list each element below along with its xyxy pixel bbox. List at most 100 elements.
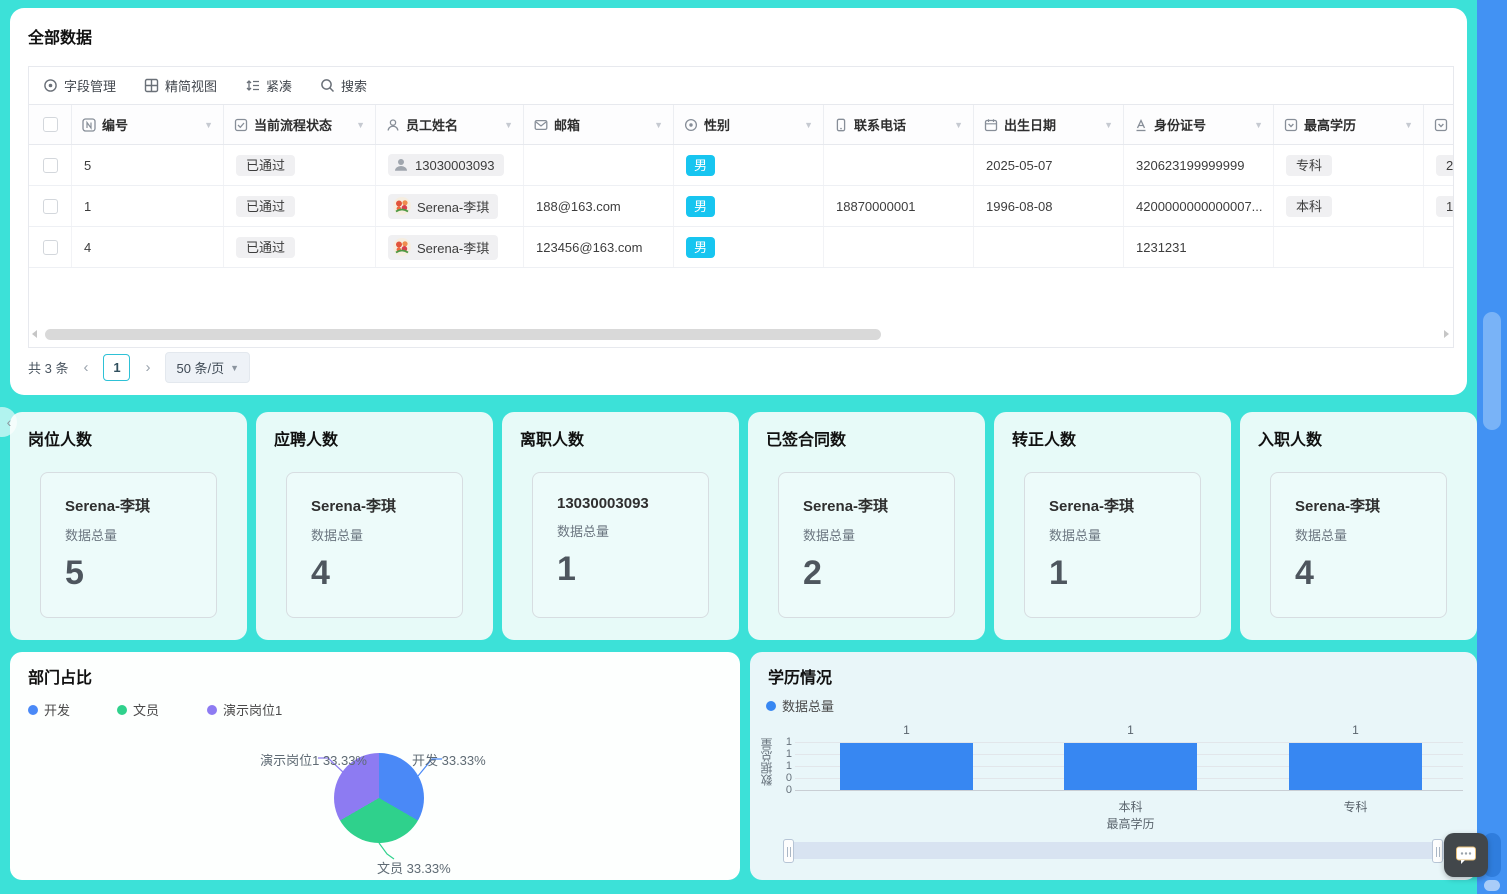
column-header-身份证号[interactable]: 身份证号▼	[1124, 105, 1274, 144]
toolbar-button-4[interactable]: 搜索	[320, 76, 367, 95]
column-header-label: 联系电话	[854, 115, 906, 134]
bar-chart-title: 学历情况	[768, 664, 832, 688]
column-header-extra[interactable]: ▼	[1424, 105, 1454, 144]
row-select-cell[interactable]	[29, 145, 72, 185]
page-size-value: 50 条/页	[176, 358, 224, 377]
row-checkbox[interactable]	[43, 158, 58, 173]
stat-card-label: 数据总量	[557, 521, 684, 540]
stat-card-转正人数: 转正人数 Serena-李琪数据总量1	[994, 412, 1231, 640]
stat-card-box: Serena-李琪数据总量1	[1024, 472, 1201, 618]
legend-dot-icon	[766, 701, 776, 711]
column-header-最高学历[interactable]: 最高学历▼	[1274, 105, 1424, 144]
column-header-联系电话[interactable]: 联系电话 ▼	[824, 105, 974, 144]
cell-id: 4	[72, 227, 224, 267]
cell-name: 13030003093	[376, 145, 524, 185]
next-page-button[interactable]: ›	[145, 359, 150, 376]
person-avatar	[393, 157, 409, 173]
cell-value: 2025-05-07	[986, 158, 1053, 173]
flower-avatar	[393, 197, 411, 215]
table-row[interactable]: 4已通过Serena-李琪123456@163.com男1231231	[29, 227, 1454, 268]
filter-caret-icon[interactable]: ▼	[204, 120, 213, 130]
current-page-button[interactable]: 1	[103, 354, 130, 381]
cell-degree: 本科	[1274, 186, 1424, 226]
pie-label-demo-position: 演示岗位1 33.33%	[219, 750, 367, 769]
select-all-cell[interactable]	[29, 105, 72, 144]
cell-email: 188@163.com	[524, 186, 674, 226]
cell-value: 4	[84, 240, 91, 255]
bar-series-rect	[1064, 743, 1197, 790]
cell-extra: 2蒙古	[1424, 145, 1454, 185]
toolbar-button-3[interactable]: 紧凑	[245, 76, 292, 95]
filter-caret-icon[interactable]: ▼	[1104, 120, 1113, 130]
employee-name: 13030003093	[415, 158, 495, 173]
stat-card-value: 5	[65, 554, 192, 593]
feedback-button[interactable]	[1444, 833, 1488, 877]
bar-x-axis-label: 最高学历	[1064, 815, 1197, 832]
column-header-当前流程状态[interactable]: 当前流程状态▼	[224, 105, 376, 144]
gender-tag: 男	[686, 237, 715, 258]
row-select-cell[interactable]	[29, 186, 72, 226]
column-header-性别[interactable]: 性别▼	[674, 105, 824, 144]
cell-birth: 2025-05-07	[974, 145, 1124, 185]
filter-caret-icon[interactable]: ▼	[504, 120, 513, 130]
column-header-编号[interactable]: 编号▼	[72, 105, 224, 144]
table-row[interactable]: 5已通过13030003093男2025-05-0732062319999999…	[29, 145, 1454, 186]
grid-toolbar: 字段管理 精简视图 紧凑 搜索	[29, 67, 1453, 105]
cell-degree	[1274, 227, 1424, 267]
bar-value-label: 1	[840, 723, 973, 737]
pie-chart-title: 部门占比	[28, 664, 92, 688]
page-size-select[interactable]: 50 条/页 ▼	[165, 352, 250, 383]
page-title: 全部数据	[28, 24, 92, 48]
page-scrollbar-thumb[interactable]	[1483, 312, 1501, 430]
table-row[interactable]: 1已通过Serena-李琪188@163.com男188700000011996…	[29, 186, 1454, 227]
filter-caret-icon[interactable]: ▼	[804, 120, 813, 130]
prev-page-button[interactable]: ‹	[83, 359, 88, 376]
gender-tag: 男	[686, 155, 715, 176]
cell-email: 123456@163.com	[524, 227, 674, 267]
filter-caret-icon[interactable]: ▼	[654, 120, 663, 130]
text-field-icon	[1134, 118, 1148, 132]
stat-card-subtitle: Serena-李琪	[1049, 495, 1176, 516]
cell-id_no: 320623199999999	[1124, 145, 1274, 185]
field-manage-icon	[43, 78, 58, 93]
filter-caret-icon[interactable]: ▼	[1404, 120, 1413, 130]
cell-id_no: 4200000000000007...	[1124, 186, 1274, 226]
datazoom-slider[interactable]	[788, 842, 1470, 859]
stat-card-title: 转正人数	[1012, 426, 1076, 450]
row-select-cell[interactable]	[29, 227, 72, 267]
stat-card-label: 数据总量	[803, 525, 930, 544]
cell-gender: 男	[674, 186, 824, 226]
chevron-down-icon: ▼	[230, 363, 239, 373]
datazoom-left-handle[interactable]	[783, 839, 794, 863]
filter-caret-icon[interactable]: ▼	[356, 120, 365, 130]
calendar-icon	[984, 118, 998, 132]
stat-card-岗位人数: 岗位人数Serena-李琪数据总量5	[10, 412, 247, 640]
column-header-邮箱[interactable]: 邮箱 ▼	[524, 105, 674, 144]
pie-legend-item-开发[interactable]: 开发	[28, 700, 70, 719]
column-header-label: 出生日期	[1004, 115, 1056, 134]
select-all-checkbox[interactable]	[43, 117, 58, 132]
filter-caret-icon[interactable]: ▼	[1254, 120, 1263, 130]
toolbar-button-1[interactable]: 字段管理	[43, 76, 116, 95]
pie-legend-item-文员[interactable]: 文员	[117, 700, 159, 719]
datazoom-right-handle[interactable]	[1432, 839, 1443, 863]
bar-legend-item[interactable]: 数据总量	[766, 696, 834, 715]
column-header-label: 邮箱	[554, 115, 580, 134]
select-field-icon	[1434, 118, 1448, 132]
filter-caret-icon[interactable]: ▼	[954, 120, 963, 130]
row-checkbox[interactable]	[43, 240, 58, 255]
stat-card-value: 1	[1049, 554, 1176, 593]
scroll-left-icon[interactable]	[32, 330, 37, 338]
column-header-员工姓名[interactable]: 员工姓名▼	[376, 105, 524, 144]
horizontal-scrollbar[interactable]	[45, 329, 881, 340]
employee-name-tag: 13030003093	[388, 154, 504, 176]
bar-value-label: 1	[1289, 723, 1422, 737]
toolbar-button-2[interactable]: 精简视图	[144, 76, 217, 95]
stat-card-title: 应聘人数	[274, 426, 338, 450]
pie-legend-item-演示岗位1[interactable]: 演示岗位1	[207, 700, 282, 719]
column-header-出生日期[interactable]: 出生日期 ▼	[974, 105, 1124, 144]
scroll-right-icon[interactable]	[1444, 330, 1449, 338]
row-checkbox[interactable]	[43, 199, 58, 214]
page-scrollbar-track[interactable]	[1477, 0, 1507, 894]
toolbar-button-label: 搜索	[341, 76, 367, 95]
